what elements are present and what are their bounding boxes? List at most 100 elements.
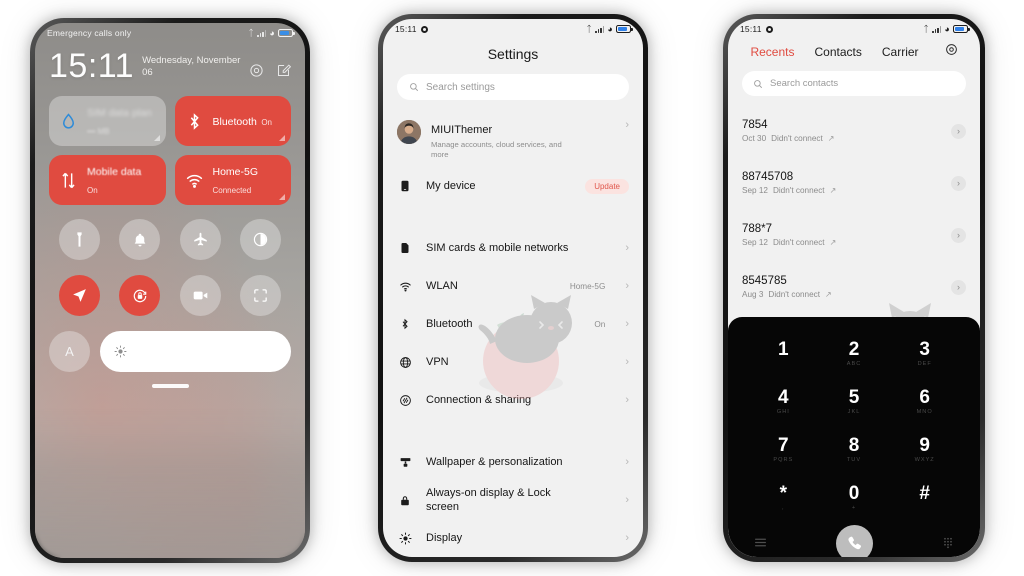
- clock-actions: [249, 49, 292, 78]
- list-item[interactable]: 7854 Oct 30 Didn't connect ↗ ›: [728, 105, 980, 157]
- key-letters: GHI: [776, 409, 790, 415]
- key-8[interactable]: 8 TUV: [819, 429, 890, 471]
- brightness-icon: [114, 345, 127, 358]
- list-item[interactable]: 88745708 Sep 12 Didn't connect ↗ ›: [728, 157, 980, 209]
- brightness-slider[interactable]: [100, 331, 291, 372]
- page-title: Settings: [487, 46, 539, 62]
- search-contacts-input[interactable]: Search contacts: [742, 71, 966, 96]
- tab-contacts[interactable]: Contacts: [815, 45, 862, 59]
- chevron-right-icon[interactable]: ›: [951, 279, 966, 295]
- settings-row-bluetooth[interactable]: Bluetooth On ›: [383, 305, 643, 343]
- menu-icon[interactable]: [754, 537, 767, 551]
- settings-row-my-device[interactable]: My device Update: [383, 167, 643, 205]
- chevron-right-icon: ›: [625, 355, 629, 368]
- key-digit: 5: [848, 387, 860, 408]
- settings-row-lockscreen[interactable]: Always-on display & Lock screen ›: [383, 481, 643, 519]
- tile-expand-corner[interactable]: [279, 135, 285, 141]
- chevron-right-icon[interactable]: ›: [951, 175, 966, 191]
- auto-brightness-button[interactable]: A: [49, 331, 90, 372]
- tile-expand-corner[interactable]: [279, 194, 285, 200]
- key-digit: 6: [919, 387, 930, 408]
- settings-gear-icon[interactable]: [945, 43, 958, 61]
- tab-carrier[interactable]: Carrier: [882, 45, 919, 59]
- key-4[interactable]: 4 GHI: [748, 381, 819, 423]
- tab-recents[interactable]: Recents: [750, 45, 794, 59]
- toggle-dark-mode[interactable]: [240, 219, 282, 260]
- call-button[interactable]: [836, 525, 873, 557]
- key-3[interactable]: 3 DEF: [889, 333, 960, 375]
- drag-handle[interactable]: [151, 384, 189, 388]
- status-left: 15:11: [740, 24, 773, 34]
- toggle-location[interactable]: [58, 275, 100, 316]
- key-digit: 7: [778, 435, 789, 456]
- toggle-screen-recorder[interactable]: [179, 275, 221, 316]
- settings-row-account[interactable]: MIUIThemer Manage accounts, cloud servic…: [383, 113, 643, 167]
- call-status: Didn't connect: [772, 186, 825, 195]
- tile-mobile-data[interactable]: Mobile data On: [49, 155, 166, 205]
- settings-row-sim-cards[interactable]: SIM cards & mobile networks ›: [383, 229, 643, 267]
- data-arrows-icon: [59, 171, 78, 190]
- search-settings-input[interactable]: Search settings: [397, 74, 629, 100]
- wallpaper-icon: [397, 456, 413, 469]
- tile-sim-data-plan[interactable]: SIM data plan ••• MB: [49, 96, 166, 146]
- toggle-airplane-mode[interactable]: [179, 219, 221, 260]
- keypad-action-bar: [748, 525, 960, 557]
- settings-value: Home-5G: [569, 281, 606, 291]
- signal-icon: [256, 29, 267, 37]
- settings-gear-icon[interactable]: [249, 63, 264, 78]
- key-hash[interactable]: #: [889, 477, 960, 519]
- alarm-icon: [420, 25, 428, 33]
- key-letters: PQRS: [773, 457, 794, 463]
- signal-icon: [931, 25, 942, 33]
- call-status: Didn't connect: [771, 134, 823, 143]
- call-status: Didn't connect: [768, 290, 821, 299]
- phone-icon: [397, 179, 413, 193]
- call-number: 788*7: [742, 223, 773, 235]
- key-2[interactable]: 2 ABC: [819, 333, 890, 375]
- toggle-flashlight[interactable]: [58, 219, 100, 260]
- key-letters: JKL: [847, 409, 861, 415]
- key-1[interactable]: 1: [748, 333, 819, 375]
- keypad-icon[interactable]: [942, 536, 954, 552]
- list-item[interactable]: 788*7 Sep 12 Didn't connect ↗ ›: [728, 209, 980, 261]
- key-digit: 4: [778, 387, 789, 408]
- toggle-auto-rotate[interactable]: [119, 275, 161, 316]
- phone3-screen: 15:11 ᛏ ◕ Recents Contacts Carrier Searc…: [728, 19, 980, 557]
- key-5[interactable]: 5 JKL: [819, 381, 890, 423]
- toggle-scanner[interactable]: [240, 275, 282, 316]
- chevron-right-icon[interactable]: ›: [951, 227, 966, 243]
- settings-row-vpn[interactable]: VPN ›: [383, 343, 643, 381]
- tile-title: Home-5G: [212, 166, 259, 178]
- toggle-grid: [49, 219, 291, 316]
- settings-row-wallpaper[interactable]: Wallpaper & personalization ›: [383, 443, 643, 481]
- battery-icon: [953, 25, 970, 33]
- alarm-icon: [765, 25, 773, 33]
- toggle-silent[interactable]: [119, 219, 161, 260]
- tile-bluetooth[interactable]: Bluetooth On: [174, 96, 291, 146]
- phone2-status-bar: 15:11 ᛏ ◕: [383, 19, 643, 39]
- settings-row-display[interactable]: Display ›: [383, 519, 643, 557]
- tile-expand-corner[interactable]: [153, 135, 160, 141]
- key-letters: ,: [782, 505, 785, 511]
- key-6[interactable]: 6 MNO: [889, 381, 960, 423]
- avatar: [397, 120, 421, 144]
- chevron-right-icon[interactable]: ›: [951, 123, 966, 139]
- settings-row-connection-sharing[interactable]: Connection & sharing ›: [383, 381, 643, 419]
- tile-subtitle: On: [261, 118, 272, 127]
- key-0[interactable]: 0 +: [819, 477, 890, 519]
- bluetooth-icon: ᛏ: [586, 23, 592, 34]
- settings-network-group: SIM cards & mobile networks › WLAN Home-…: [383, 229, 643, 419]
- key-star[interactable]: *,: [748, 477, 819, 519]
- settings-value: On: [594, 319, 606, 329]
- update-badge[interactable]: Update: [585, 178, 629, 194]
- wifi-icon: ◕: [269, 27, 275, 38]
- settings-row-wlan[interactable]: WLAN Home-5G ›: [383, 267, 643, 305]
- edit-icon[interactable]: [276, 63, 292, 78]
- list-item[interactable]: 8545785 Aug 3 Didn't connect ↗ ›: [728, 261, 980, 313]
- clock-date: Wednesday, November 06: [142, 55, 241, 78]
- key-9[interactable]: 9 WXYZ: [889, 429, 960, 471]
- phone1-status-bar: Emergency calls only ᛏ ◕: [35, 23, 305, 43]
- call-date: Sep 12: [742, 238, 768, 247]
- key-7[interactable]: 7 PQRS: [748, 429, 819, 471]
- tile-wlan[interactable]: Home-5G Connected: [174, 155, 291, 205]
